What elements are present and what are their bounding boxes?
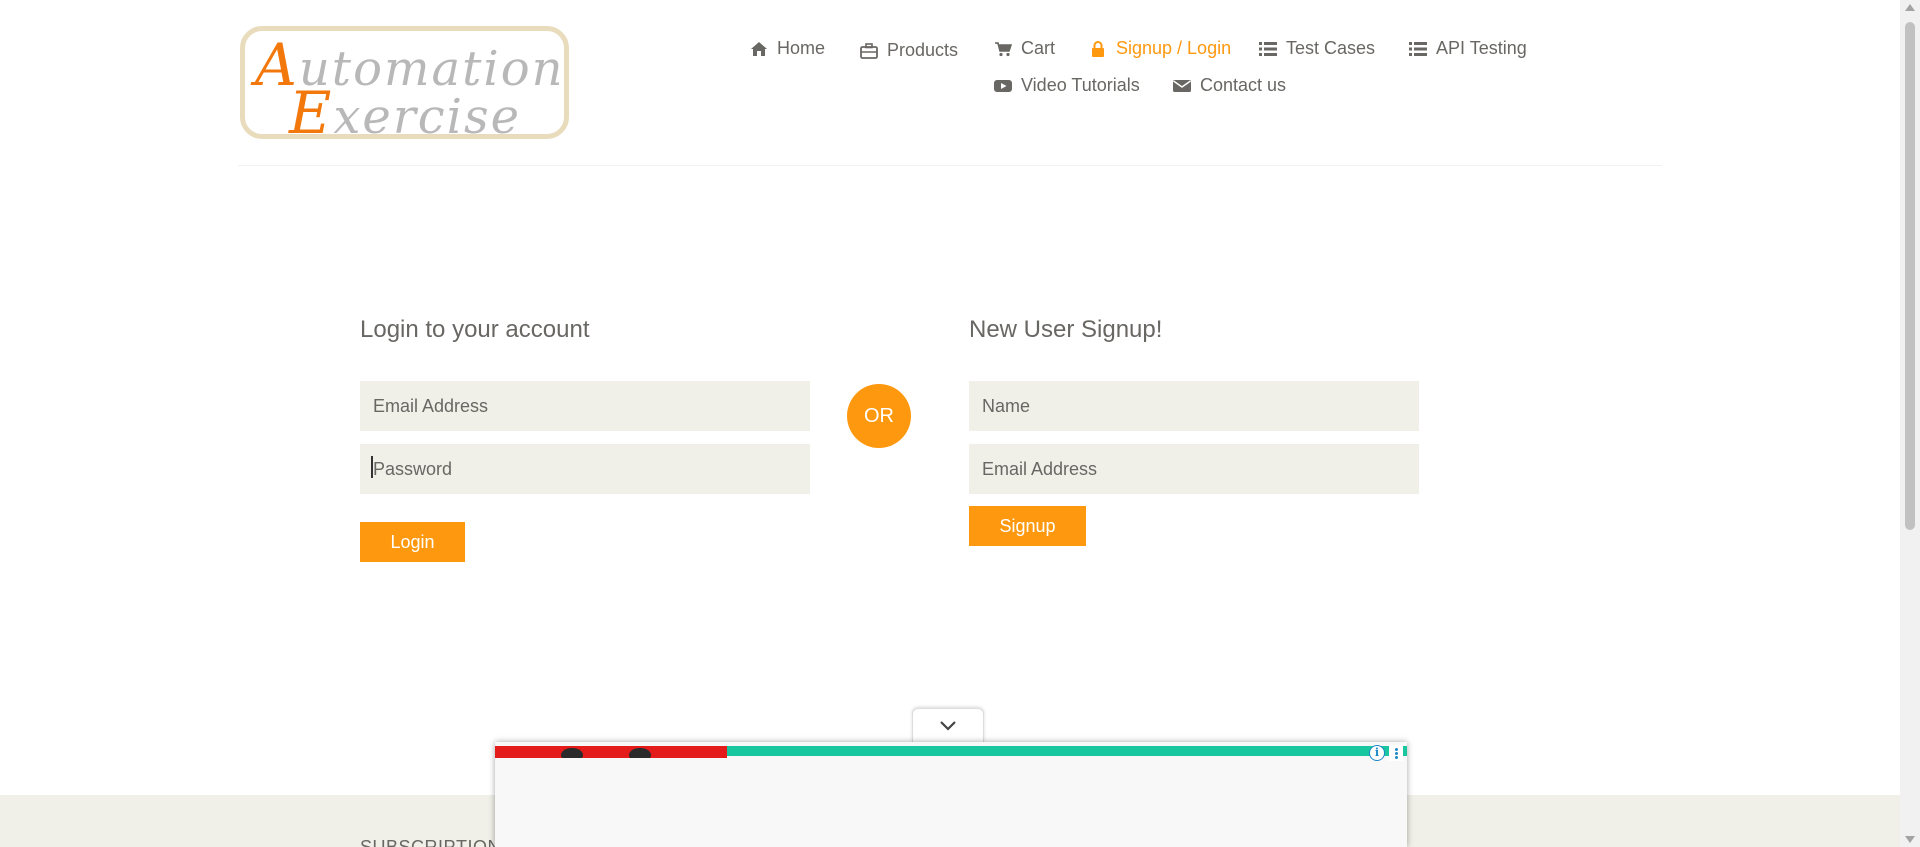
text-cursor [371, 456, 373, 478]
scroll-thumb[interactable] [1905, 22, 1915, 530]
lock-icon [1089, 40, 1107, 57]
home-icon [750, 41, 768, 57]
envelope-icon [1173, 78, 1191, 94]
nav-api-testing[interactable]: API Testing [1409, 38, 1527, 59]
scroll-down-arrow-icon[interactable] [1905, 836, 1915, 843]
login-email-input[interactable] [360, 381, 810, 431]
signup-title: New User Signup! [969, 316, 1163, 343]
cart-icon [994, 41, 1012, 57]
nav-test-cases[interactable]: Test Cases [1259, 38, 1375, 59]
kebab-menu-icon[interactable] [1389, 745, 1403, 761]
login-button[interactable]: Login [360, 522, 465, 562]
site-header: Automation Exercise Home Products Cart S… [0, 0, 1900, 166]
nav-signup-login[interactable]: Signup / Login [1089, 38, 1231, 59]
login-title: Login to your account [360, 316, 590, 343]
chevron-down-icon [940, 720, 956, 731]
info-icon[interactable]: i [1369, 745, 1385, 761]
ad-color-strip [727, 746, 1407, 756]
briefcase-icon [860, 42, 878, 59]
nav-products[interactable]: Products [860, 40, 958, 61]
ad-collapse-tab[interactable] [912, 708, 984, 742]
nav-contact-us[interactable]: Contact us [1173, 75, 1286, 96]
signup-name-input[interactable] [969, 381, 1419, 431]
list-icon [1409, 41, 1427, 57]
subscription-title: SUBSCRIPTION [360, 837, 502, 847]
login-password-input[interactable] [360, 444, 810, 494]
site-logo[interactable]: Automation Exercise [240, 26, 569, 139]
logo-line-2: Exercise [289, 79, 522, 139]
youtube-icon [994, 78, 1012, 94]
ad-image-strip [495, 746, 727, 758]
nav-video-tutorials[interactable]: Video Tutorials [994, 75, 1140, 96]
nav-home[interactable]: Home [750, 38, 825, 59]
page-scrollbar[interactable] [1900, 0, 1920, 847]
scroll-up-arrow-icon[interactable] [1905, 4, 1915, 11]
signup-email-input[interactable] [969, 444, 1419, 494]
ad-banner[interactable]: i [495, 742, 1407, 847]
header-divider [238, 165, 1662, 166]
or-divider: OR [847, 384, 911, 448]
list-icon [1259, 41, 1277, 57]
nav-cart[interactable]: Cart [994, 38, 1055, 59]
signup-button[interactable]: Signup [969, 506, 1086, 546]
